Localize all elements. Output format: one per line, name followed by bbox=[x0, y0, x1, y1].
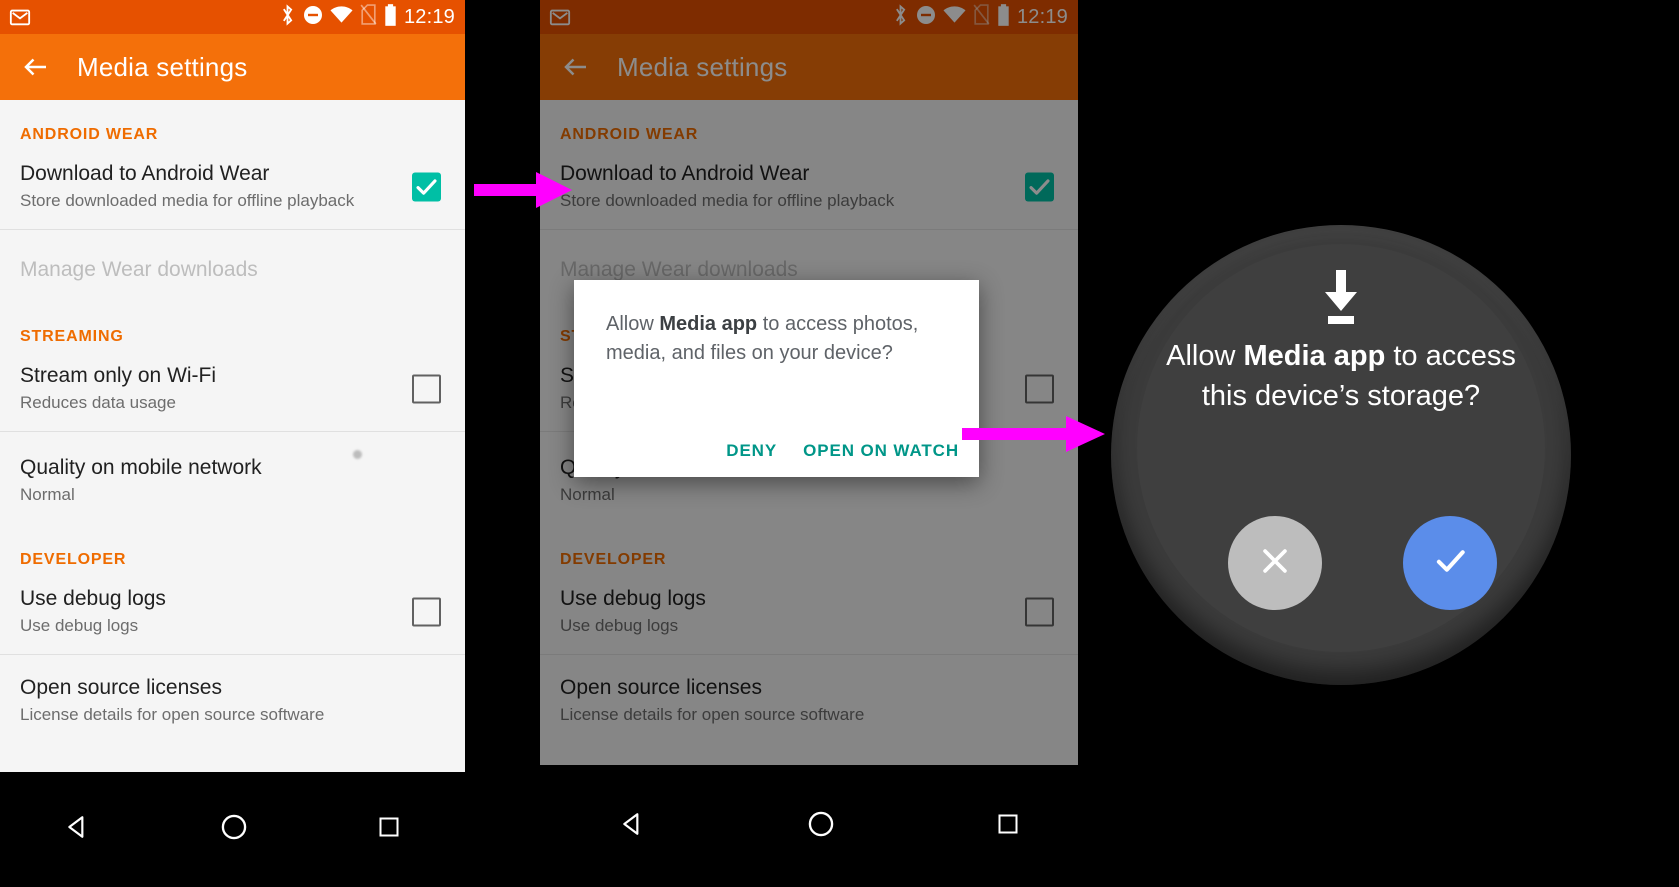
section-header-android-wear: ANDROID WEAR bbox=[20, 126, 159, 143]
status-bar-clock: 12:19 bbox=[403, 6, 455, 28]
nav-bar-middle bbox=[540, 765, 1100, 887]
gmail-icon bbox=[9, 6, 31, 33]
status-bar-middle: 12:19 bbox=[540, 0, 1078, 34]
watch-message-prefix: Allow bbox=[1166, 340, 1244, 372]
row-subtitle: Reduces data usage bbox=[20, 393, 176, 412]
row-subtitle: License details for open source software bbox=[20, 705, 325, 724]
bluetooth-icon bbox=[892, 3, 909, 31]
close-icon bbox=[1258, 544, 1292, 583]
battery-icon bbox=[997, 3, 1010, 31]
watch-deny-button[interactable] bbox=[1228, 516, 1322, 610]
flow-arrow-2 bbox=[962, 416, 1105, 452]
checkbox-stream-only-on-wifi[interactable] bbox=[1025, 374, 1054, 403]
section-header-streaming: STREAMING bbox=[20, 328, 124, 345]
row-subtitle: License details for open source software bbox=[560, 705, 865, 724]
dialog-actions: DENY OPEN ON WATCH bbox=[726, 441, 959, 461]
row-subtitle: Store downloaded media for offline playb… bbox=[20, 191, 355, 210]
open-on-watch-button[interactable]: OPEN ON WATCH bbox=[803, 441, 959, 461]
app-bar-middle: Media settings bbox=[540, 34, 1078, 100]
status-bar-clock: 12:19 bbox=[1016, 6, 1068, 28]
page-title: Media settings bbox=[77, 51, 248, 82]
checkbox-stream-only-on-wifi[interactable] bbox=[412, 374, 441, 403]
do-not-disturb-icon bbox=[303, 5, 323, 30]
status-bar-left: 12:19 bbox=[0, 0, 465, 34]
checkbox-download-to-android-wear[interactable] bbox=[1025, 172, 1054, 201]
row-value: Normal bbox=[20, 485, 75, 504]
nav-bar-left bbox=[0, 772, 465, 887]
row-subtitle: Use debug logs bbox=[560, 616, 679, 635]
smartwatch-screen: Allow Media app to access this device’s … bbox=[1111, 225, 1571, 685]
bluetooth-icon bbox=[279, 3, 296, 31]
wifi-icon bbox=[330, 5, 353, 30]
row-download-to-android-wear[interactable]: Download to Android Wear Store downloade… bbox=[540, 144, 1078, 229]
section-header-developer: DEVELOPER bbox=[560, 551, 667, 568]
phone-screen-left: 12:19 Media settings ANDROID WEAR Downlo… bbox=[0, 0, 465, 772]
check-icon bbox=[1431, 542, 1469, 585]
nav-recents-icon[interactable] bbox=[996, 812, 1020, 841]
row-title: Open source licenses bbox=[560, 676, 762, 699]
watch-allow-button[interactable] bbox=[1403, 516, 1497, 610]
row-title: Manage Wear downloads bbox=[20, 258, 258, 281]
row-title: Quality on mobile network bbox=[20, 456, 262, 479]
dialog-app-name: Media app bbox=[659, 313, 758, 335]
row-open-source-licenses[interactable]: Open source licenses License details for… bbox=[0, 655, 465, 743]
row-title: Open source licenses bbox=[20, 676, 222, 699]
row-download-to-android-wear[interactable]: Download to Android Wear Store downloade… bbox=[0, 144, 465, 229]
row-quality-on-mobile-network[interactable]: Quality on mobile network Normal bbox=[0, 432, 465, 529]
page-title: Media settings bbox=[617, 51, 788, 82]
permission-dialog: Allow Media app to access photos, media,… bbox=[574, 280, 979, 477]
app-bar-left: Media settings bbox=[0, 34, 465, 100]
watch-face: Allow Media app to access this device’s … bbox=[1137, 244, 1545, 652]
back-arrow-icon[interactable] bbox=[561, 52, 591, 82]
row-stream-only-on-wifi[interactable]: Stream only on Wi-Fi Reduces data usage bbox=[0, 346, 465, 431]
no-sim-icon bbox=[973, 4, 990, 30]
gmail-icon bbox=[549, 6, 571, 33]
do-not-disturb-icon bbox=[916, 5, 936, 30]
nav-back-icon[interactable] bbox=[65, 814, 91, 845]
download-icon bbox=[1317, 270, 1365, 331]
row-manage-wear-downloads: Manage Wear downloads bbox=[0, 230, 465, 310]
flow-arrow-1 bbox=[474, 172, 572, 208]
nav-back-icon[interactable] bbox=[620, 811, 646, 842]
watch-app-name: Media app bbox=[1243, 340, 1386, 372]
checkbox-use-debug-logs[interactable] bbox=[1025, 597, 1054, 626]
section-header-developer: DEVELOPER bbox=[20, 551, 127, 568]
nav-recents-icon[interactable] bbox=[377, 815, 401, 844]
row-title: Use debug logs bbox=[560, 587, 706, 610]
nav-home-icon[interactable] bbox=[220, 813, 248, 846]
nav-home-icon[interactable] bbox=[807, 810, 835, 843]
row-value: Normal bbox=[560, 485, 615, 504]
battery-icon bbox=[384, 3, 397, 31]
row-subtitle: Store downloaded media for offline playb… bbox=[560, 191, 895, 210]
row-title: Download to Android Wear bbox=[20, 162, 270, 185]
deny-button[interactable]: DENY bbox=[726, 441, 777, 461]
checkbox-download-to-android-wear[interactable] bbox=[412, 172, 441, 201]
row-open-source-licenses[interactable]: Open source licenses License details for… bbox=[540, 655, 1078, 743]
dialog-message-prefix: Allow bbox=[606, 313, 660, 335]
wifi-icon bbox=[943, 5, 966, 30]
row-title: Stream only on Wi-Fi bbox=[20, 364, 217, 387]
row-title: Download to Android Wear bbox=[560, 162, 810, 185]
watch-message: Allow Media app to access this device’s … bbox=[1137, 336, 1545, 416]
back-arrow-icon[interactable] bbox=[21, 52, 51, 82]
dialog-message: Allow Media app to access photos, media,… bbox=[574, 280, 979, 368]
section-header-android-wear: ANDROID WEAR bbox=[560, 126, 699, 143]
row-use-debug-logs[interactable]: Use debug logs Use debug logs bbox=[540, 569, 1078, 654]
row-title: Use debug logs bbox=[20, 587, 166, 610]
row-use-debug-logs[interactable]: Use debug logs Use debug logs bbox=[0, 569, 465, 654]
row-subtitle: Use debug logs bbox=[20, 616, 139, 635]
checkbox-use-debug-logs[interactable] bbox=[412, 597, 441, 626]
no-sim-icon bbox=[360, 4, 377, 30]
